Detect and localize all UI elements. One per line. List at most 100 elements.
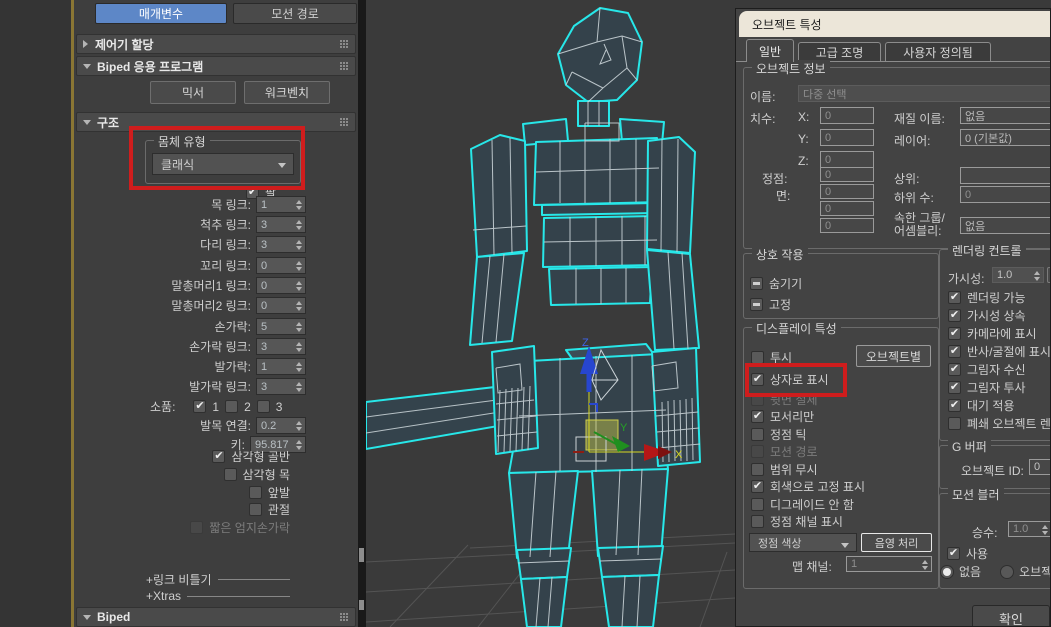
rollout-biped-apps[interactable]: Biped 응용 프로그램 [76,56,356,76]
vertex-channel-checkbox[interactable] [751,515,764,528]
visible-to-camera-checkbox[interactable] [948,327,961,340]
rollout-grip-icon[interactable] [340,118,349,127]
tab-user-defined[interactable]: 사용자 정의됨 [885,42,991,62]
display-as-box-checkbox[interactable] [751,373,764,386]
spin-down-icon[interactable] [296,226,302,230]
prop1-checkbox[interactable] [193,400,206,413]
hide-checkbox[interactable] [750,277,763,290]
biped-wireframe[interactable] [470,8,700,627]
spin-down-icon[interactable] [296,307,302,311]
spin-up-icon[interactable] [296,322,302,326]
spin-down-icon[interactable] [296,446,302,450]
spin-down-icon[interactable] [922,566,928,570]
prop-sword-wireframe[interactable] [366,387,504,449]
receive-shadows-checkbox[interactable] [948,363,961,376]
freeze-checkbox[interactable] [750,298,763,311]
visible-to-reflection-checkbox[interactable] [948,345,961,358]
leg-links-spinner[interactable]: 3 [256,236,306,253]
rollout-grip-icon[interactable] [340,62,349,71]
dialog-titlebar[interactable]: 오브젝트 특성 [739,11,1051,37]
spin-up-icon[interactable] [296,301,302,305]
never-degrade-checkbox[interactable] [751,498,764,511]
by-object-button[interactable]: 오브젝트별 [856,345,931,367]
spin-up-icon[interactable] [296,421,302,425]
map-channel-spinner[interactable]: 1 [846,556,932,572]
fingers-spinner[interactable]: 5 [256,318,306,335]
ankle-attach-spinner[interactable]: 0.2 [256,417,306,434]
mblur-enabled-checkbox[interactable] [947,547,960,560]
spin-down-icon[interactable] [296,246,302,250]
xtras-separator[interactable]: +Xtras [146,589,290,603]
apply-atmospherics-checkbox[interactable] [948,399,961,412]
prop2-checkbox[interactable] [225,400,238,413]
toes-spinner[interactable]: 1 [256,358,306,375]
ponytail1-links-spinner[interactable]: 0 [256,277,306,294]
spin-up-icon[interactable] [922,560,928,564]
triangle-pelvis-checkbox[interactable] [212,450,225,463]
neck-links-spinner[interactable]: 1 [256,196,306,213]
multiplier-spinner[interactable]: 1.0 [1008,521,1051,537]
rollout-grip-icon[interactable] [340,613,349,622]
spin-down-icon[interactable] [296,267,302,271]
spin-down-icon[interactable] [1042,531,1048,535]
ponytail2-links-spinner[interactable]: 0 [256,297,306,314]
knuckles-checkbox[interactable] [249,503,262,516]
rollout-biped[interactable]: Biped [76,607,356,627]
forefeet-checkbox[interactable] [249,486,262,499]
triangle-neck-checkbox[interactable] [224,468,237,481]
render-occluded-checkbox[interactable] [948,417,961,430]
workbench-button[interactable]: 워크벤치 [244,81,330,104]
spin-down-icon[interactable] [296,328,302,332]
vertex-ticks-checkbox[interactable] [751,428,764,441]
spin-up-icon[interactable] [296,261,302,265]
twist-links-separator[interactable]: +링크 비틀기 [146,571,290,588]
tab-adv-lighting[interactable]: 고급 조명 [798,42,881,62]
edges-only-checkbox[interactable] [751,410,764,423]
mblur-object-radio[interactable] [1000,565,1014,579]
spin-up-icon[interactable] [296,220,302,224]
viewport-left-strip[interactable] [0,0,71,627]
mixer-button[interactable]: 믹서 [150,81,236,104]
spin-up-icon[interactable] [296,382,302,386]
spin-up-icon[interactable] [296,281,302,285]
spin-up-icon[interactable] [296,362,302,366]
spin-down-icon[interactable] [296,368,302,372]
object-id-spinner[interactable]: 0 [1029,459,1051,475]
body-type-dropdown[interactable]: 클래식 [152,153,294,175]
spin-up-icon[interactable] [296,240,302,244]
spin-down-icon[interactable] [296,287,302,291]
prop3-checkbox[interactable] [257,400,270,413]
spin-up-icon[interactable] [296,342,302,346]
tab-motion-paths[interactable]: 모션 경로 [233,3,357,24]
spin-down-icon[interactable] [1034,277,1040,281]
rollout-structure[interactable]: 구조 [76,112,356,132]
spin-up-icon[interactable] [296,440,302,444]
ok-button[interactable]: 확인 [972,605,1050,627]
spin-down-icon[interactable] [296,348,302,352]
rollout-grip-icon[interactable] [340,40,349,49]
visibility-spinner[interactable]: 1.0 [992,267,1044,283]
ignore-extents-checkbox[interactable] [751,463,764,476]
spin-up-icon[interactable] [1042,525,1048,529]
panel-scrollbar-thumb[interactable] [359,548,364,562]
tab-general[interactable]: 일반 [746,39,794,62]
visibility-by-object-button[interactable] [1047,267,1051,283]
cast-shadows-checkbox[interactable] [948,381,961,394]
toe-links-spinner[interactable]: 3 [256,378,306,395]
spin-down-icon[interactable] [296,388,302,392]
shaded-button[interactable]: 음영 처리 [861,533,932,552]
inherit-visibility-checkbox[interactable] [948,309,961,322]
see-through-checkbox[interactable] [751,351,764,364]
finger-links-spinner[interactable]: 3 [256,338,306,355]
renderable-checkbox[interactable] [948,291,961,304]
mblur-none-radio[interactable] [940,565,954,579]
spin-down-icon[interactable] [296,206,302,210]
tail-links-spinner[interactable]: 0 [256,257,306,274]
vertex-color-dropdown[interactable]: 정점 색상 [749,533,857,552]
rollout-controller-assignment[interactable]: 제어기 할당 [76,34,356,54]
spin-up-icon[interactable] [296,200,302,204]
name-field[interactable]: 다중 선택 [798,85,1051,102]
spin-up-icon[interactable] [1034,271,1040,275]
spin-down-icon[interactable] [296,427,302,431]
panel-scrollbar-mark[interactable] [359,600,364,610]
